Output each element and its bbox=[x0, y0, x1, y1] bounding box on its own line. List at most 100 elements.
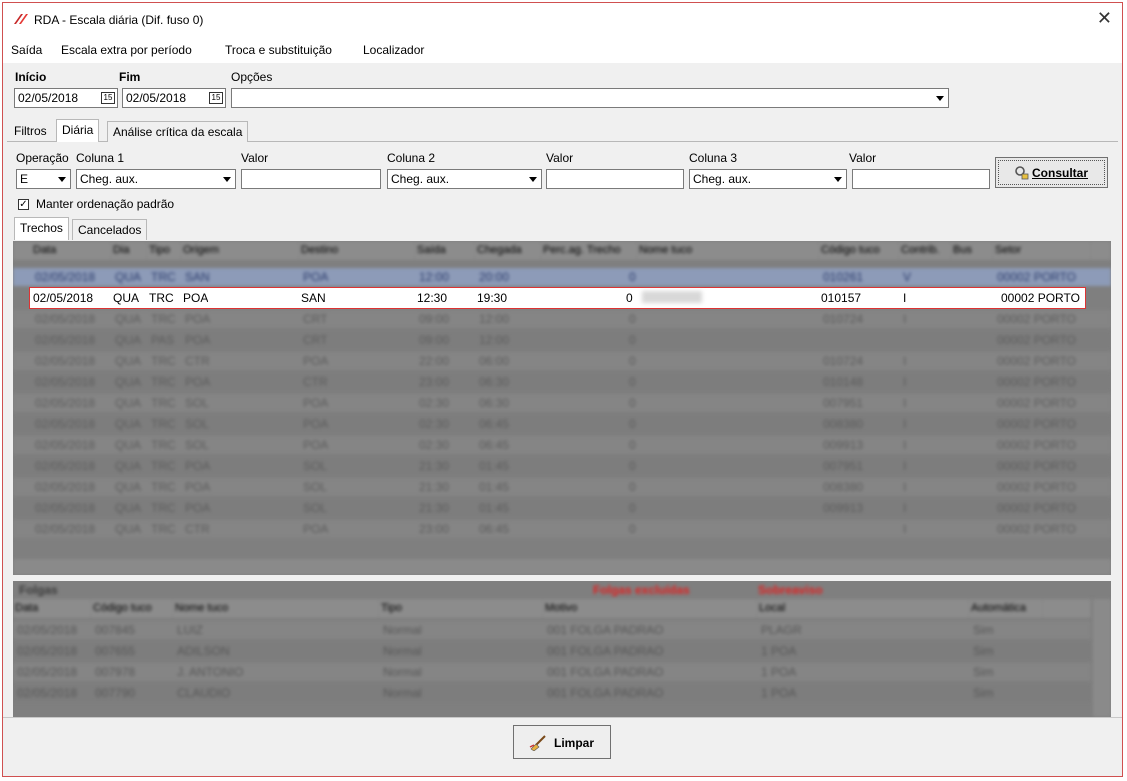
table-row[interactable]: 02/05/2018 QUA TRC SAN POA 12:00 20:00 0 010261 V… bbox=[13, 268, 1111, 286]
col-header[interactable]: Saída bbox=[415, 241, 475, 259]
calendar-icon[interactable]: 15 bbox=[101, 92, 115, 104]
col-header[interactable]: Nome tuco bbox=[173, 599, 379, 617]
col-header[interactable]: Origem bbox=[181, 241, 299, 259]
table-cell: 23:00 bbox=[419, 522, 450, 536]
valor3-input[interactable] bbox=[852, 169, 990, 189]
folgas-legend-sobreaviso: Sobreaviso bbox=[758, 583, 823, 597]
table-cell: TRC bbox=[151, 438, 176, 452]
table-cell: 0 bbox=[629, 480, 636, 494]
table-cell: 12:00 bbox=[479, 312, 510, 326]
table-cell: Normal bbox=[383, 623, 422, 637]
coluna3-label: Coluna 3 bbox=[689, 151, 738, 165]
table-cell: 02/05/2018 bbox=[35, 375, 96, 389]
col-header[interactable]: Setor bbox=[993, 241, 1091, 259]
col-header[interactable]: Tipo bbox=[147, 241, 181, 259]
table-cell: 0 bbox=[629, 354, 636, 368]
manter-ordenacao-checkbox[interactable]: ✓ bbox=[18, 199, 29, 210]
table-row[interactable]: 02/05/2018 007790 CLAUDIO Normal 001 FOLGA P… bbox=[13, 684, 1091, 702]
coluna3-dropdown[interactable]: Cheg. aux. bbox=[689, 169, 847, 189]
col-header[interactable]: Perc.ag. Trecho bbox=[541, 241, 637, 259]
col-header[interactable]: Tipo bbox=[379, 599, 543, 617]
valor2-input[interactable] bbox=[546, 169, 684, 189]
valor1-input[interactable] bbox=[241, 169, 381, 189]
table-cell: 02/05/2018 bbox=[35, 312, 96, 326]
table-row[interactable]: 02/05/2018 QUA TRC CTR POA 23:00 06:45 0 I 00002 … bbox=[13, 520, 1111, 538]
table-cell: 02/05/2018 bbox=[35, 354, 96, 368]
col-header[interactable]: Bus bbox=[951, 241, 993, 259]
table-cell: 00002 PORTO bbox=[997, 438, 1076, 452]
tab-diaria[interactable]: Diária bbox=[56, 119, 100, 142]
fim-date-field[interactable]: 02/05/2018 15 bbox=[122, 88, 226, 108]
coluna2-value: Cheg. aux. bbox=[391, 172, 450, 186]
opcoes-dropdown[interactable] bbox=[231, 88, 949, 108]
table-cell: QUA bbox=[115, 333, 142, 347]
col-header[interactable]: Motivo bbox=[543, 599, 757, 617]
tab-trechos[interactable]: Trechos bbox=[14, 217, 69, 240]
table-row[interactable]: 02/05/2018 QUA TRC POA SOL 21:30 01:45 0 007951 I… bbox=[13, 457, 1111, 475]
col-header[interactable]: Chegada bbox=[475, 241, 541, 259]
table-cell: QUA bbox=[115, 312, 142, 326]
table-cell: 21:30 bbox=[419, 480, 450, 494]
table-row[interactable]: 02/05/2018 QUA TRC SOL POA 02:30 06:45 0 008380 I… bbox=[13, 415, 1111, 433]
table-row[interactable]: 02/05/2018 QUA TRC POA CRT 09:00 12:00 0 010724 I… bbox=[13, 310, 1111, 328]
table-cell: SOL bbox=[303, 501, 328, 515]
table-cell: I bbox=[903, 480, 907, 494]
table-row[interactable]: 02/05/2018 QUA TRC SOL POA 02:30 06:30 0 007951 I… bbox=[13, 394, 1111, 412]
table-row[interactable]: 02/05/2018 QUA TRC SOL POA 02:30 06:45 0 009913 I… bbox=[13, 436, 1111, 454]
table-cell: Sim bbox=[973, 686, 994, 700]
table-cell: TRC bbox=[151, 312, 176, 326]
table-row[interactable]: 02/05/2018 QUA PAS POA CRT 09:00 12:00 0 00002 P… bbox=[13, 331, 1111, 349]
coluna1-dropdown[interactable]: Cheg. aux. bbox=[76, 169, 236, 189]
col-header[interactable]: Contrib. bbox=[899, 241, 951, 259]
menu-localizador[interactable]: Localizador bbox=[363, 43, 424, 57]
col-header[interactable]: Dia bbox=[111, 241, 147, 259]
table-row[interactable]: 02/05/2018 QUA TRC CTR POA 22:00 06:00 0 010724 I… bbox=[13, 352, 1111, 370]
table-cell: QUA bbox=[115, 522, 142, 536]
col-header[interactable]: Nome tuco bbox=[637, 241, 819, 259]
menu-troca-substituicao[interactable]: Troca e substituição bbox=[225, 43, 332, 57]
calendar-icon[interactable]: 15 bbox=[209, 92, 223, 104]
inicio-date-field[interactable]: 02/05/2018 15 bbox=[14, 88, 118, 108]
table-cell: 02/05/2018 bbox=[35, 270, 96, 284]
table-cell: 009913 bbox=[823, 501, 864, 515]
menu-saida[interactable]: Saída bbox=[11, 43, 42, 57]
table-row[interactable]: 02/05/2018 QUA TRC POA CTR 23:00 06:30 0 010148 I… bbox=[13, 373, 1111, 391]
operacao-dropdown[interactable]: E bbox=[16, 169, 71, 189]
col-header[interactable]: Local bbox=[757, 599, 969, 617]
col-header[interactable]: Código tuco bbox=[91, 599, 173, 617]
horizontal-scrollbar[interactable] bbox=[13, 559, 1111, 575]
vertical-scrollbar[interactable] bbox=[1093, 599, 1111, 717]
table-cell: 01:45 bbox=[479, 501, 510, 515]
menu-escala-extra[interactable]: Escala extra por período bbox=[61, 43, 192, 57]
table-row[interactable]: 02/05/2018 007978 J. ANTONIO Normal 001 FOLG… bbox=[13, 663, 1091, 681]
tab-cancelados[interactable]: Cancelados bbox=[72, 219, 148, 240]
consultar-label: Consultar bbox=[1032, 166, 1089, 180]
title-bar: RDA - Escala diária (Dif. fuso 0) ✕ bbox=[3, 3, 1122, 36]
consultar-button[interactable]: Consultar bbox=[995, 157, 1108, 188]
selected-trecho-row[interactable]: 02/05/2018 QUA TRC POA SAN 12:30 19:30 0… bbox=[29, 287, 1086, 309]
table-cell: 20:00 bbox=[479, 270, 510, 284]
col-header[interactable]: Data bbox=[13, 599, 91, 617]
table-row[interactable]: 02/05/2018 QUA TRC POA SOL 21:30 01:45 0 009913 I… bbox=[13, 499, 1111, 517]
table-cell: 1 POA bbox=[761, 644, 797, 658]
col-header[interactable]: Automática bbox=[969, 599, 1043, 617]
table-cell: 02/05/2018 bbox=[35, 480, 96, 494]
tab-analise-critica[interactable]: Análise crítica da escala bbox=[107, 121, 249, 142]
coluna3-value: Cheg. aux. bbox=[693, 172, 752, 186]
table-cell: 0 bbox=[629, 375, 636, 389]
table-cell: SOL bbox=[303, 480, 328, 494]
close-icon[interactable]: ✕ bbox=[1097, 8, 1112, 29]
col-header[interactable]: Destino bbox=[299, 241, 415, 259]
folgas-grid[interactable]: Folgas Folgas excluídas Sobreaviso Data … bbox=[13, 581, 1111, 717]
table-cell: 02/05/2018 bbox=[17, 623, 78, 637]
coluna2-dropdown[interactable]: Cheg. aux. bbox=[387, 169, 542, 189]
col-header[interactable]: Data bbox=[31, 241, 111, 259]
limpar-button[interactable]: Limpar bbox=[513, 725, 611, 759]
table-row[interactable]: 02/05/2018 QUA TRC POA SOL 21:30 01:45 0 008380 I… bbox=[13, 478, 1111, 496]
tab-filtros[interactable]: Filtros bbox=[9, 121, 52, 141]
table-cell: 00002 PORTO bbox=[997, 459, 1076, 473]
table-row[interactable]: 02/05/2018 007655 ADILSON Normal 001 FOLGA P… bbox=[13, 642, 1091, 660]
col-header[interactable]: Código tuco bbox=[819, 241, 899, 259]
table-cell: 001 FOLGA PADRAO bbox=[547, 665, 664, 679]
table-row[interactable]: 02/05/2018 007845 LUIZ Normal 001 FOLGA PADR… bbox=[13, 621, 1091, 639]
